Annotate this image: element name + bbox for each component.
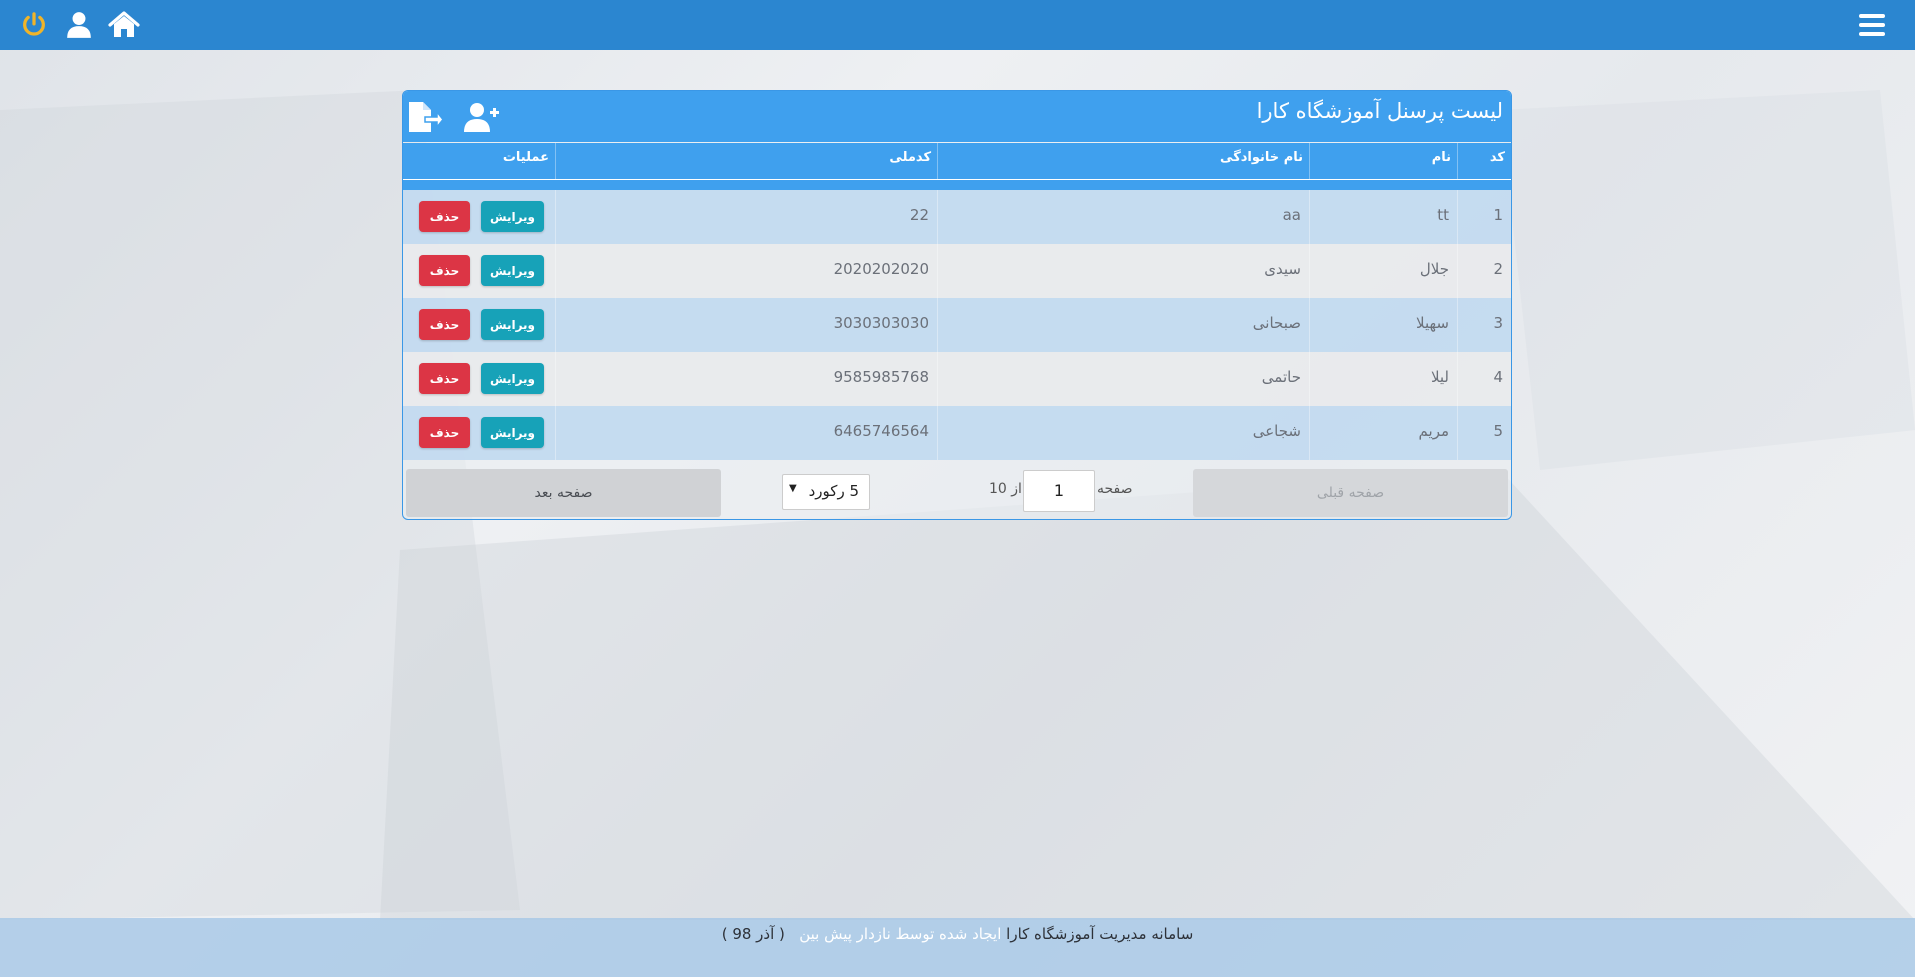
col-header-last-name: نام خانوادگی [937,143,1309,179]
add-user-icon[interactable] [461,98,503,136]
power-icon[interactable] [16,7,52,43]
page-label: صفحه [1097,481,1133,497]
cell-last-name: شجاعی [937,406,1309,460]
cell-national-id: 6465746564 [555,406,937,460]
edit-button[interactable]: ویرایش [481,201,544,232]
cell-national-id: 22 [555,190,937,244]
cell-first-name: جلال [1309,244,1457,298]
edit-button[interactable]: ویرایش [481,417,544,448]
pagination-bar: صفحه قبلی صفحه 1 از 10 5 رکورد ▼ صفحه بع… [403,464,1511,518]
table-row: 1 tt aa 22 ویرایش حذف [403,190,1511,244]
col-header-operations: عملیات [502,150,549,165]
page-number-input[interactable]: 1 [1023,470,1095,512]
col-header-national-id: کدملی [555,143,937,179]
table-header-spacer [403,180,1511,190]
edit-button[interactable]: ویرایش [481,309,544,340]
delete-button[interactable]: حذف [419,255,470,286]
cell-national-id: 3030303030 [555,298,937,352]
table-row: 2 جلال سیدی 2020202020 ویرایش حذف [403,244,1511,298]
staff-list-panel: لیست پرسنل آموزشگاه کارا کد نام نام خانو… [402,90,1512,520]
col-header-code: کد [1457,143,1511,179]
footer: سامانه مدیریت آموزشگاه کارا ایجاد شده تو… [0,918,1915,977]
cell-code: 3 [1457,298,1511,352]
page-count-label: از 10 [989,481,1022,497]
cell-first-name: tt [1309,190,1457,244]
cell-last-name: aa [937,190,1309,244]
page-size-select[interactable]: 5 رکورد ▼ [782,474,870,510]
col-header-first-name: نام [1309,143,1457,179]
page-title: لیست پرسنل آموزشگاه کارا [1256,99,1503,123]
export-file-icon[interactable] [403,98,445,136]
cell-first-name: مریم [1309,406,1457,460]
cell-last-name: سیدی [937,244,1309,298]
cell-code: 4 [1457,352,1511,406]
delete-button[interactable]: حذف [419,201,470,232]
cell-last-name: صبحانی [937,298,1309,352]
cell-code: 5 [1457,406,1511,460]
dropdown-arrow-icon: ▼ [789,483,797,494]
cell-code: 1 [1457,190,1511,244]
top-navbar [0,0,1915,50]
table-row: 3 سهیلا صبحانی 3030303030 ویرایش حذف [403,298,1511,352]
footer-date: ( آذر 98 ) [721,925,785,943]
home-icon[interactable] [106,7,142,43]
cell-national-id: 9585985768 [555,352,937,406]
table-row: 5 مریم شجاعی 6465746564 ویرایش حذف [403,406,1511,460]
footer-author: ایجاد شده توسط نازدار پیش بین [799,925,1002,943]
edit-button[interactable]: ویرایش [481,255,544,286]
cell-last-name: حاتمی [937,352,1309,406]
user-icon[interactable] [61,7,97,43]
menu-icon[interactable] [1854,7,1890,43]
previous-page-button[interactable]: صفحه قبلی [1193,469,1508,517]
cell-code: 2 [1457,244,1511,298]
page-size-value: 5 رکورد [808,482,859,500]
cell-national-id: 2020202020 [555,244,937,298]
footer-text: سامانه مدیریت آموزشگاه کارا ایجاد شده تو… [0,925,1915,943]
delete-button[interactable]: حذف [419,309,470,340]
delete-button[interactable]: حذف [419,417,470,448]
delete-button[interactable]: حذف [419,363,470,394]
cell-first-name: لیلا [1309,352,1457,406]
next-page-button[interactable]: صفحه بعد [406,469,721,517]
panel-header: لیست پرسنل آموزشگاه کارا [403,91,1511,142]
edit-button[interactable]: ویرایش [481,363,544,394]
table-row: 4 لیلا حاتمی 9585985768 ویرایش حذف [403,352,1511,406]
footer-system-name: سامانه مدیریت آموزشگاه کارا [1006,925,1194,943]
table-header: کد نام نام خانوادگی کدملی عملیات [403,143,1511,180]
cell-first-name: سهیلا [1309,298,1457,352]
